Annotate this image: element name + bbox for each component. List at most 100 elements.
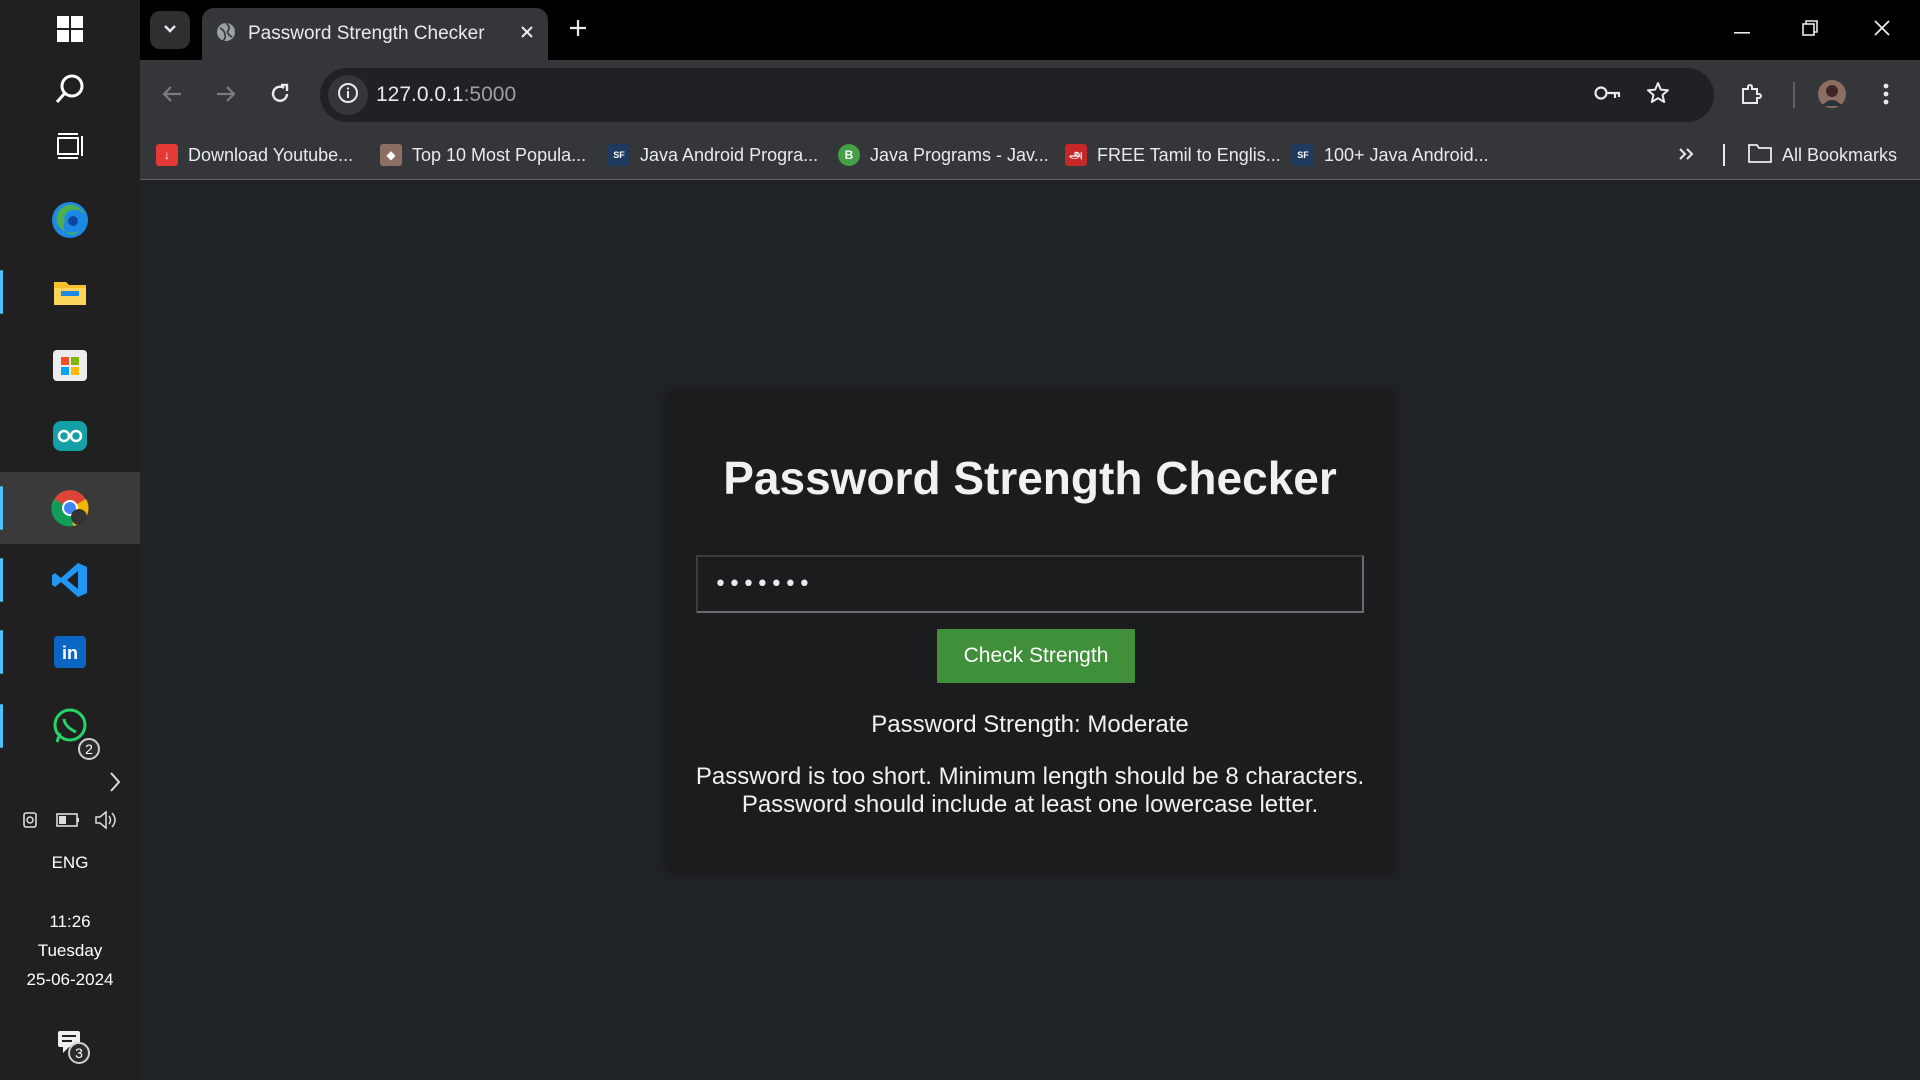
search-button[interactable] — [0, 58, 140, 120]
star-icon — [1646, 81, 1670, 110]
close-icon — [1874, 19, 1890, 41]
chevron-right-icon — [108, 771, 122, 798]
download-icon: ↓ — [156, 144, 178, 166]
browser-toolbar: 127.0.0.1:5000 — [140, 60, 1920, 130]
taskbar-app-chrome[interactable] — [0, 472, 140, 544]
bookmark-star-button[interactable] — [1640, 77, 1676, 113]
bookmarks-bar: ↓ Download Youtube... ◆ Top 10 Most Popu… — [140, 130, 1920, 180]
feedback-message: Password is too short. Minimum length sh… — [695, 763, 1365, 790]
bookmark-label: Top 10 Most Popula... — [412, 144, 587, 165]
svg-text:in: in — [62, 643, 78, 663]
taskbar-app-arduino[interactable] — [0, 400, 140, 472]
forward-button[interactable] — [206, 76, 246, 116]
b-logo-icon: B — [838, 144, 860, 166]
clock-time[interactable]: 11:26 — [0, 912, 140, 932]
taskbar-app-store[interactable] — [0, 328, 140, 400]
bookmark-label: Download Youtube... — [188, 144, 354, 165]
running-indicator — [0, 558, 3, 602]
arrow-right-icon — [216, 85, 236, 108]
taskbar-app-vscode[interactable] — [0, 544, 140, 616]
chrome-menu-button[interactable] — [1866, 76, 1906, 116]
back-button[interactable] — [152, 76, 192, 116]
profile-avatar-button[interactable] — [1812, 76, 1852, 116]
check-strength-button[interactable]: Check Strength — [937, 629, 1135, 683]
notification-count-badge: 3 — [68, 1042, 90, 1064]
running-indicator — [0, 486, 3, 530]
url-text[interactable]: 127.0.0.1:5000 — [376, 83, 516, 107]
vscode-icon — [51, 561, 89, 599]
windows-logo-icon — [51, 10, 89, 48]
reload-button[interactable] — [260, 76, 300, 116]
taskbar-app-linkedin[interactable]: in — [0, 616, 140, 688]
task-view-button[interactable] — [0, 115, 140, 177]
bookmark-item[interactable]: B Java Programs - Jav... — [838, 140, 1049, 170]
system-tray-icons[interactable] — [0, 804, 140, 840]
restore-button[interactable] — [1776, 0, 1844, 60]
puzzle-icon — [1740, 82, 1764, 111]
minimize-button[interactable] — [1708, 0, 1776, 60]
password-input[interactable] — [696, 555, 1364, 613]
extensions-button[interactable] — [1732, 76, 1772, 116]
start-button[interactable] — [0, 0, 140, 58]
close-tab-icon[interactable] — [520, 25, 534, 44]
chrome-icon — [51, 489, 89, 527]
search-icon — [51, 70, 89, 108]
show-more-apps-button[interactable] — [0, 762, 140, 806]
minimize-icon — [1734, 21, 1750, 39]
toolbar-divider — [1793, 82, 1795, 108]
bookmark-item[interactable]: ↓ Download Youtube... — [156, 140, 353, 170]
sf-icon: SF — [608, 144, 630, 166]
tab-password-strength-checker[interactable]: Password Strength Checker — [202, 8, 548, 60]
running-indicator — [0, 704, 3, 748]
bookmarks-divider — [1723, 144, 1725, 166]
notification-center-button[interactable]: 3 — [0, 1020, 140, 1068]
globe-icon — [216, 21, 236, 47]
all-bookmarks-label: All Bookmarks — [1782, 144, 1898, 165]
page-title: Password Strength Checker — [723, 452, 1337, 504]
strength-result: Password Strength: Moderate — [871, 711, 1189, 738]
checker-card: Password Strength Checker Check Strength… — [666, 391, 1394, 873]
bookmark-item[interactable]: SF 100+ Java Android... — [1292, 140, 1489, 170]
taskbar-app-whatsapp[interactable]: 2 — [0, 690, 140, 762]
folder-outline-icon — [1748, 143, 1772, 168]
taskbar-app-file-explorer[interactable] — [0, 256, 140, 328]
translate-icon: அ — [1065, 144, 1087, 166]
url-port: :5000 — [463, 83, 517, 106]
bookmark-label: Java Android Progra... — [640, 144, 819, 165]
new-tab-button[interactable] — [560, 12, 596, 48]
title-bar: Password Strength Checker — [140, 0, 1920, 60]
meet-now-icon — [22, 809, 42, 836]
language-indicator[interactable]: ENG — [0, 853, 140, 873]
bookmark-label: FREE Tamil to Englis... — [1097, 144, 1281, 165]
bookmark-label: 100+ Java Android... — [1324, 144, 1489, 165]
page-content: Password Strength Checker Check Strength… — [140, 181, 1920, 1080]
more-bookmarks-button[interactable] — [1678, 140, 1694, 170]
cube-icon: ◆ — [380, 144, 402, 166]
all-bookmarks-button[interactable]: All Bookmarks — [1748, 140, 1897, 170]
windows-taskbar: in 2 ENG 11:26 Tuesday 25-06-2024 3 — [0, 0, 140, 1080]
address-bar[interactable]: 127.0.0.1:5000 — [320, 68, 1714, 122]
task-view-icon — [51, 127, 89, 165]
double-chevron-right-icon — [1678, 145, 1694, 166]
key-icon — [1594, 85, 1622, 106]
bookmark-item[interactable]: அ FREE Tamil to Englis... — [1065, 140, 1281, 170]
notification-count-badge: 2 — [78, 738, 100, 760]
running-indicator — [0, 630, 3, 674]
close-window-button[interactable] — [1848, 0, 1916, 60]
url-host: 127.0.0.1 — [376, 83, 464, 106]
feedback-messages: Password is too short. Minimum length sh… — [666, 763, 1394, 819]
folder-icon — [51, 273, 89, 311]
password-manager-button[interactable] — [1590, 77, 1626, 113]
site-info-button[interactable] — [328, 75, 368, 115]
plus-icon — [569, 19, 587, 42]
info-icon — [337, 82, 359, 109]
avatar — [1817, 79, 1847, 114]
edge-icon — [51, 201, 89, 239]
chevron-down-icon — [163, 21, 177, 39]
tab-search-button[interactable] — [150, 11, 190, 49]
bookmark-item[interactable]: ◆ Top 10 Most Popula... — [380, 140, 586, 170]
bookmark-item[interactable]: SF Java Android Progra... — [608, 140, 818, 170]
clock-day: Tuesday — [37, 941, 103, 960]
restore-icon — [1802, 19, 1818, 41]
taskbar-app-edge[interactable] — [0, 184, 140, 256]
